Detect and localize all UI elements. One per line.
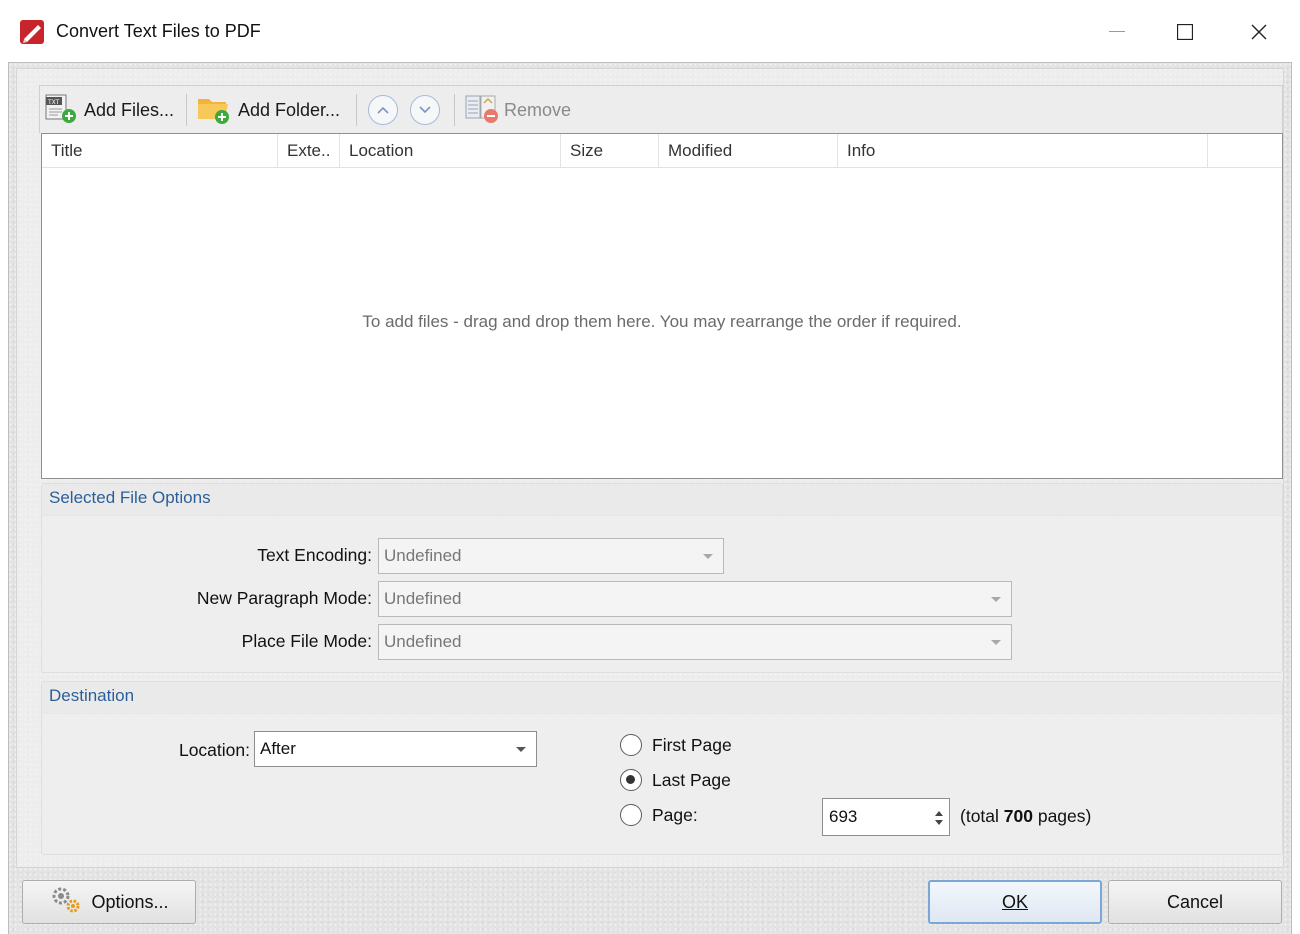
toolbar-separator [356,94,357,126]
toolbar-separator [454,94,455,126]
title-bar: Convert Text Files to PDF [0,0,1300,62]
window-title: Convert Text Files to PDF [56,21,261,41]
selected-file-options-title: Selected File Options [49,488,211,507]
remove-label: Remove [504,99,572,120]
add-folder-button[interactable]: Add Folder... [196,92,340,128]
location-label: Location: [178,740,250,760]
dropdown-arrow-icon [516,747,526,752]
add-text-file-icon: TXT [44,91,80,130]
file-list[interactable]: Title Exte.. Location Size Modified Info… [41,133,1283,479]
page-radio[interactable]: Page: [620,804,698,826]
stepper-arrows-icon[interactable] [933,806,945,828]
files-panel: TXT Add Files... Add Folder... Remove Ti… [16,68,1284,868]
column-header-size[interactable]: Size [561,134,659,168]
add-folder-icon [196,91,234,130]
add-folder-label: Add Folder... [238,99,341,120]
location-select[interactable]: After [254,731,537,767]
text-encoding-select[interactable]: Undefined [378,538,724,574]
last-page-radio[interactable]: Last Page [620,769,731,791]
place-file-mode-select[interactable]: Undefined [378,624,1012,660]
gears-icon [49,885,83,920]
chevron-down-icon [419,106,431,114]
dialog-body: TXT Add Files... Add Folder... Remove Ti… [8,62,1292,934]
ok-button[interactable]: OK [928,880,1102,924]
add-files-label: Add Files... [84,99,175,120]
page-number-stepper[interactable]: 693 [822,798,950,836]
maximize-button[interactable] [1162,14,1208,50]
column-header-modified[interactable]: Modified [659,134,838,168]
radio-button-selected [620,769,642,791]
move-down-button[interactable] [410,95,440,125]
remove-icon [464,91,500,130]
column-header-title[interactable]: Title [42,134,278,168]
column-header-location[interactable]: Location [340,134,561,168]
drop-hint: To add files - drag and drop them here. … [362,312,962,331]
options-button[interactable]: Options... [22,880,196,924]
close-icon [1251,24,1267,40]
dropdown-arrow-icon [991,640,1001,645]
dropdown-arrow-icon [703,554,713,559]
place-file-mode-label: Place File Mode: [241,631,372,651]
new-paragraph-mode-select[interactable]: Undefined [378,581,1012,617]
add-files-button[interactable]: TXT Add Files... [44,92,174,128]
dropdown-arrow-icon [991,597,1001,602]
destination-title: Destination [49,686,135,705]
remove-button[interactable]: Remove [464,92,571,128]
radio-button [620,734,642,756]
minimize-button[interactable] [1094,14,1140,50]
pdf-app-icon [20,20,46,44]
chevron-up-icon [377,106,389,114]
total-pages-text: (total 700 pages) [960,806,1092,826]
selected-file-options-group: Selected File Options Text Encoding: Und… [41,483,1283,673]
new-paragraph-mode-label: New Paragraph Mode: [196,588,372,608]
toolbar-separator [186,94,187,126]
svg-text:TXT: TXT [47,99,60,106]
move-up-button[interactable] [368,95,398,125]
list-header: Title Exte.. Location Size Modified Info [42,134,1282,168]
files-toolbar: TXT Add Files... Add Folder... Remove [39,85,1283,133]
destination-group: Destination Location: After First Page L… [41,681,1283,855]
column-header-extension[interactable]: Exte.. [278,134,340,168]
cancel-button[interactable]: Cancel [1108,880,1282,924]
close-button[interactable] [1236,14,1282,50]
text-encoding-label: Text Encoding: [257,545,372,565]
first-page-radio[interactable]: First Page [620,734,732,756]
radio-button [620,804,642,826]
column-header-info[interactable]: Info [838,134,1208,168]
